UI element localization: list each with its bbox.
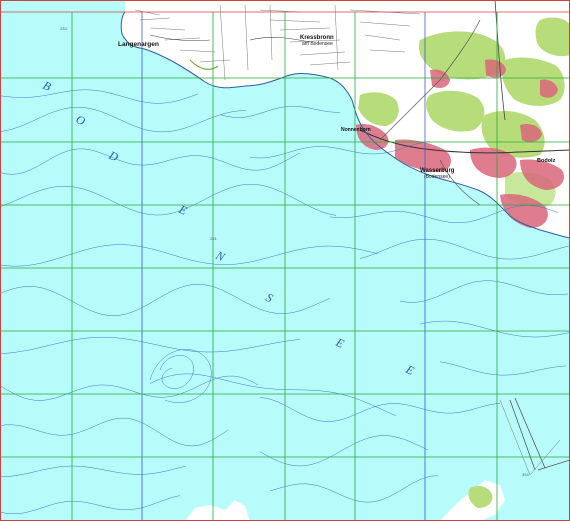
svg-text:(Bodensee): (Bodensee) bbox=[424, 174, 450, 180]
town-label-nonnenhorn: Nonnenhorn bbox=[341, 127, 371, 133]
depth-label: 251 bbox=[210, 236, 217, 241]
svg-text:am Bodensee: am Bodensee bbox=[302, 41, 333, 47]
town-label-wasserburg: Wasserburg (Bodensee) bbox=[420, 168, 455, 180]
topographic-map[interactable]: BODENSEE Langenargen Kressbronn am Boden… bbox=[0, 0, 570, 521]
svg-text:Bodolz: Bodolz bbox=[537, 158, 556, 164]
depth-label: 233 bbox=[60, 26, 67, 31]
town-label-bodolz: Bodolz bbox=[537, 158, 556, 164]
svg-text:Nonnenhorn: Nonnenhorn bbox=[341, 127, 371, 133]
town-label-kressbronn: Kressbronn am Bodensee bbox=[300, 35, 334, 47]
svg-text:Langenargen: Langenargen bbox=[118, 41, 159, 48]
town-label-langenargen: Langenargen bbox=[118, 41, 159, 48]
depth-label: 394 bbox=[522, 472, 529, 477]
map-canvas[interactable]: BODENSEE Langenargen Kressbronn am Boden… bbox=[0, 0, 570, 521]
